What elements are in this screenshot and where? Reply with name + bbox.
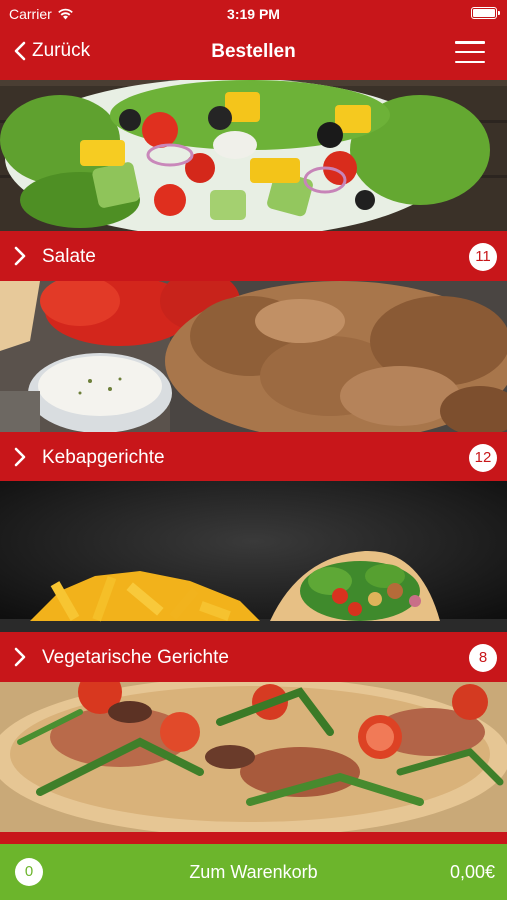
category-label: Salate [42,246,96,267]
battery-icon [471,7,500,19]
salad-image[interactable] [0,80,507,231]
cart-label: Zum Warenkorb [189,862,318,882]
navigation-bar: Zurück Bestellen [0,28,507,78]
category-bar-salate[interactable]: Salate 11 [0,231,507,281]
category-bar-vegetarische-gerichte[interactable]: Vegetarische Gerichte 8 [0,632,507,682]
chevron-right-icon [14,447,26,467]
hamburger-icon-line [455,60,485,63]
chevron-right-icon [14,246,26,266]
count-badge: 8 [469,644,497,672]
cart-bar[interactable]: 0 Zum Warenkorb 0,00€ [0,844,507,900]
status-time: 3:19 PM [227,6,280,22]
hamburger-icon-line [455,50,485,54]
category-label: Kebapgerichte [42,447,165,468]
category-label: Vegetarische Gerichte [42,647,229,668]
count-badge: 11 [469,243,497,271]
hamburger-icon-line [455,41,485,44]
back-button[interactable]: Zurück [14,40,90,62]
back-label: Zurück [32,40,91,61]
cart-total: 0,00€ [449,862,495,882]
pizza-image[interactable] [0,682,507,832]
menu-button[interactable] [455,41,485,63]
status-bar: Carrier 3:19 PM [0,0,507,28]
vegetarian-image[interactable] [0,481,507,632]
chevron-left-icon [14,41,26,61]
chevron-right-icon [14,647,26,667]
count-badge: 12 [469,444,497,472]
kebap-image[interactable] [0,281,507,432]
category-bar-kebapgerichte[interactable]: Kebapgerichte 12 [0,432,507,482]
